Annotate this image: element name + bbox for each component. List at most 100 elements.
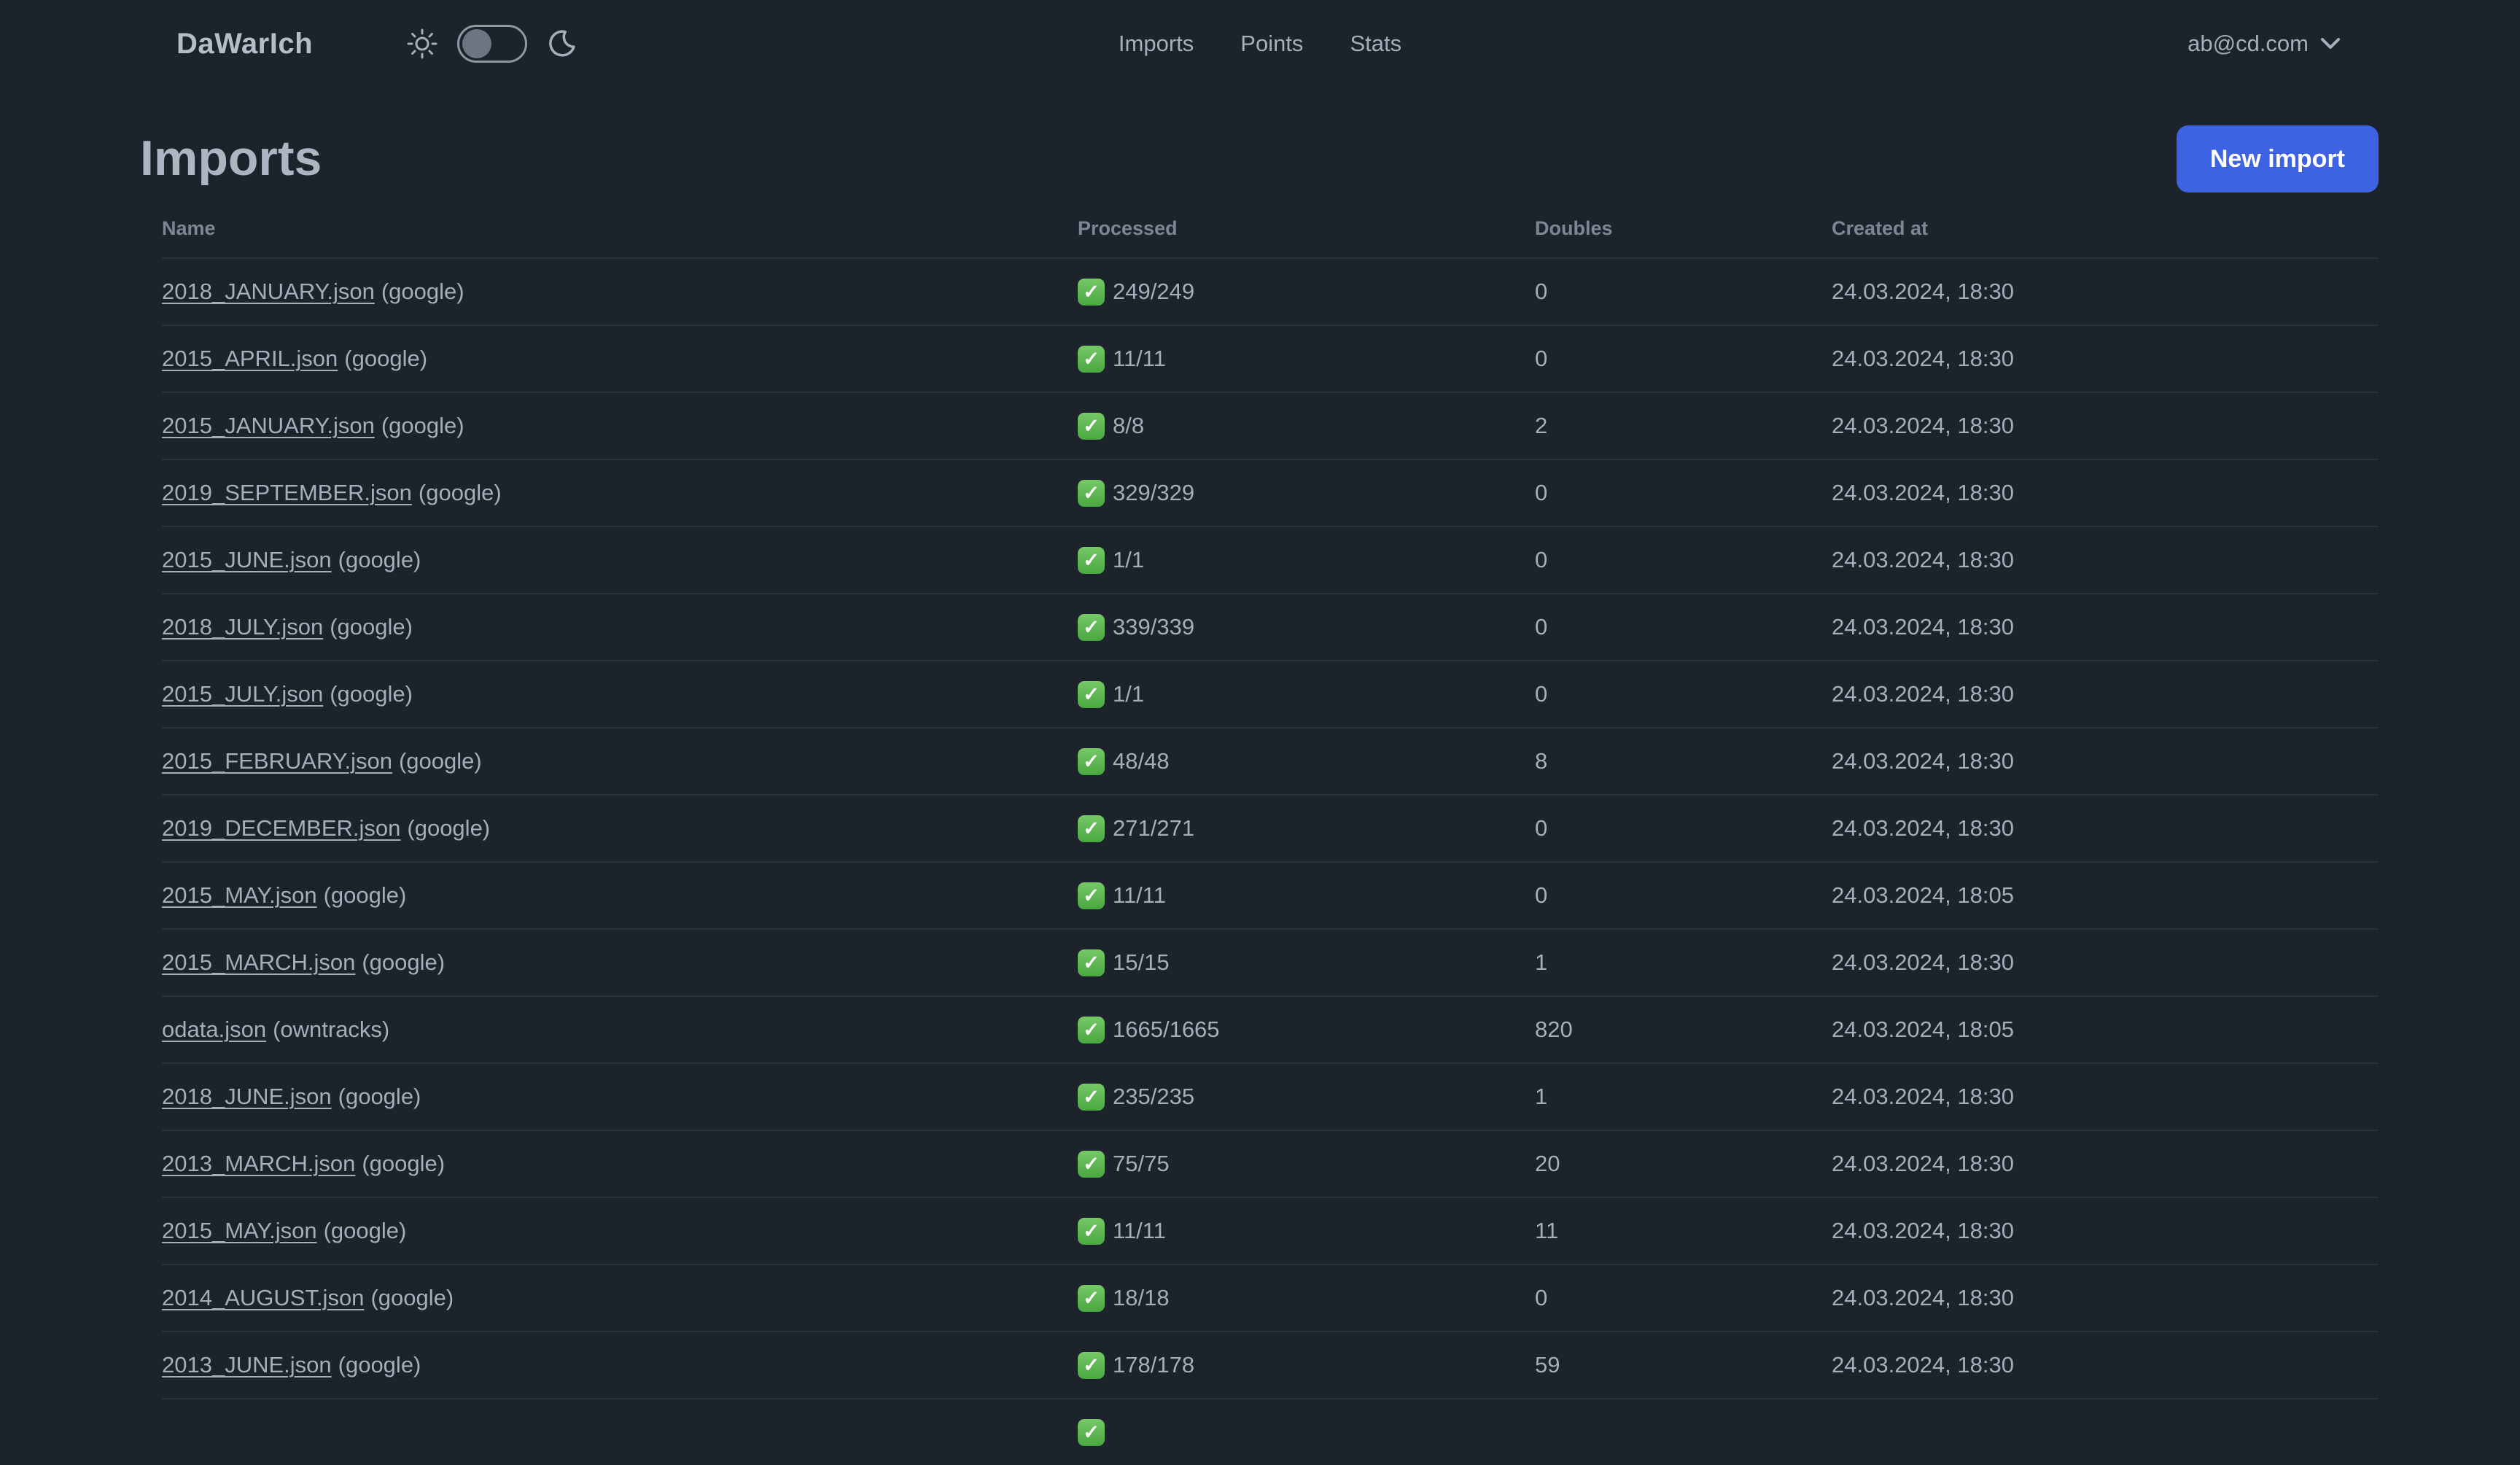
import-source-label: (google)	[330, 614, 413, 640]
new-import-button[interactable]: New import	[2176, 125, 2379, 193]
import-file-link[interactable]: 2015_JANUARY.json	[162, 413, 375, 438]
imports-table: Name Processed Doubles Created at 2018_J…	[162, 217, 2379, 1465]
name-cell: 2018_JUNE.json (google)	[162, 1084, 1078, 1110]
import-file-link[interactable]: 2013_JUNE.json	[162, 1352, 332, 1377]
table-row: 2019_DECEMBER.json (google) ✓ 271/271 0 2…	[162, 794, 2379, 861]
processed-cell: ✓ 8/8	[1078, 412, 1535, 440]
table-header-row: Name Processed Doubles Created at	[162, 217, 2379, 257]
import-source-label: (google)	[323, 882, 407, 908]
table-row: 2015_FEBRUARY.json (google) ✓ 48/48 8 24.…	[162, 727, 2379, 794]
column-header-processed: Processed	[1078, 217, 1178, 239]
processed-cell: ✓ 18/18	[1078, 1284, 1535, 1312]
doubles-cell: 8	[1535, 748, 1548, 774]
import-file-link[interactable]: 2013_MARCH.json	[162, 1151, 355, 1176]
processed-count: 75/75	[1113, 1151, 1170, 1176]
name-cell: odata.json (owntracks)	[162, 1017, 1078, 1043]
processed-count: 1/1	[1113, 681, 1145, 707]
processed-cell: ✓ 11/11	[1078, 882, 1535, 909]
processed-count: 1665/1665	[1113, 1017, 1220, 1042]
created-at-cell: 24.03.2024, 18:30	[1832, 1151, 2014, 1176]
import-file-link[interactable]: 2018_JUNE.json	[162, 1084, 332, 1109]
check-icon: ✓	[1078, 345, 1105, 373]
processed-cell: ✓ 178/178	[1078, 1351, 1535, 1379]
processed-count: 15/15	[1113, 949, 1170, 975]
processed-count: 271/271	[1113, 815, 1195, 841]
import-file-link[interactable]: 2015_JUNE.json	[162, 547, 332, 572]
created-at-cell: 24.03.2024, 18:30	[1832, 748, 2014, 774]
import-source-label: (google)	[407, 815, 491, 841]
nav-item-points[interactable]: Points	[1240, 31, 1303, 57]
account-menu[interactable]: ab@cd.com	[2188, 31, 2341, 57]
doubles-cell: 0	[1535, 681, 1548, 707]
doubles-cell: 0	[1535, 346, 1548, 371]
import-file-link[interactable]: 2015_APRIL.json	[162, 346, 338, 371]
doubles-cell: 59	[1535, 1352, 1560, 1377]
created-at-cell: 24.03.2024, 18:30	[1832, 413, 2014, 438]
processed-count: 11/11	[1113, 882, 1166, 908]
import-file-link[interactable]: 2015_MARCH.json	[162, 949, 355, 975]
import-file-link[interactable]: 2019_DECEMBER.json	[162, 815, 400, 841]
created-at-cell: 24.03.2024, 18:30	[1832, 949, 2014, 975]
processed-cell: ✓ 11/11	[1078, 345, 1535, 373]
processed-count: 339/339	[1113, 614, 1195, 640]
page-title: Imports	[140, 131, 322, 187]
theme-toggle[interactable]	[457, 25, 528, 63]
import-file-link[interactable]: 2015_MAY.json	[162, 1218, 317, 1243]
table-row: 2013_JUNE.json (google) ✓ 178/178 59 24.0…	[162, 1331, 2379, 1398]
check-icon: ✓	[1078, 1351, 1105, 1379]
import-source-label: (google)	[338, 547, 421, 572]
theme-toggle-knob	[462, 29, 492, 58]
processed-cell: ✓ 271/271	[1078, 815, 1535, 842]
import-source-label: (google)	[330, 681, 413, 707]
processed-cell: ✓ 329/329	[1078, 479, 1535, 507]
import-file-link[interactable]: 2018_JULY.json	[162, 614, 323, 640]
check-icon: ✓	[1078, 1083, 1105, 1111]
processed-count: 18/18	[1113, 1285, 1170, 1310]
import-source-label: (owntracks)	[273, 1017, 390, 1042]
import-file-link[interactable]: 2015_MAY.json	[162, 882, 317, 908]
app-logo[interactable]: DaWarIch	[176, 28, 313, 61]
table-row: 2018_JUNE.json (google) ✓ 235/235 1 24.03…	[162, 1062, 2379, 1130]
import-file-link[interactable]: 2015_FEBRUARY.json	[162, 748, 392, 774]
doubles-cell: 1	[1535, 949, 1548, 975]
check-icon: ✓	[1078, 412, 1105, 440]
processed-cell: ✓ 11/11	[1078, 1217, 1535, 1245]
imports-page: Imports New import Name Processed Double…	[0, 125, 2520, 1465]
nav-item-imports[interactable]: Imports	[1119, 31, 1194, 57]
created-at-cell: 24.03.2024, 18:30	[1832, 480, 2014, 505]
import-source-label: (google)	[370, 1285, 454, 1310]
table-row: 2015_JULY.json (google) ✓ 1/1 0 24.03.202…	[162, 660, 2379, 727]
import-file-link[interactable]: 2019_SEPTEMBER.json	[162, 480, 412, 505]
import-source-label: (google)	[381, 279, 464, 304]
import-file-link[interactable]: 2014_AUGUST.json	[162, 1285, 364, 1310]
import-source-label: (google)	[338, 1084, 421, 1109]
check-icon: ✓	[1078, 1150, 1105, 1178]
name-cell: 2015_MAY.json (google)	[162, 1218, 1078, 1244]
name-cell: 2013_MARCH.json (google)	[162, 1151, 1078, 1177]
name-cell: 2014_AUGUST.json (google)	[162, 1285, 1078, 1311]
name-cell: 2015_JULY.json (google)	[162, 681, 1078, 707]
processed-cell: ✓ 339/339	[1078, 613, 1535, 641]
check-icon: ✓	[1078, 680, 1105, 708]
import-file-link[interactable]: odata.json	[162, 1017, 266, 1042]
theme-toggle-group	[406, 25, 577, 63]
check-icon: ✓	[1078, 949, 1105, 976]
table-row: 2015_MAY.json (google) ✓ 11/11 11 24.03.2…	[162, 1197, 2379, 1264]
processed-cell: ✓ 1/1	[1078, 546, 1535, 574]
processed-count: 249/249	[1113, 279, 1195, 304]
name-cell: 2015_JUNE.json (google)	[162, 547, 1078, 573]
table-row: 2015_MARCH.json (google) ✓ 15/15 1 24.03.…	[162, 928, 2379, 995]
import-file-link[interactable]: 2018_JANUARY.json	[162, 279, 375, 304]
table-row: 2015_JANUARY.json (google) ✓ 8/8 2 24.03.…	[162, 392, 2379, 459]
processed-count: 329/329	[1113, 480, 1195, 505]
import-file-link[interactable]: 2015_JULY.json	[162, 681, 323, 707]
nav-item-stats[interactable]: Stats	[1350, 31, 1401, 57]
processed-count: 11/11	[1113, 346, 1166, 371]
processed-cell: ✓ 1/1	[1078, 680, 1535, 708]
processed-count: 178/178	[1113, 1352, 1195, 1377]
check-icon: ✓	[1078, 613, 1105, 641]
check-icon: ✓	[1078, 1418, 1105, 1446]
doubles-cell: 0	[1535, 882, 1548, 908]
created-at-cell: 24.03.2024, 18:30	[1832, 1285, 2014, 1310]
name-cell: 2015_APRIL.json (google)	[162, 346, 1078, 372]
